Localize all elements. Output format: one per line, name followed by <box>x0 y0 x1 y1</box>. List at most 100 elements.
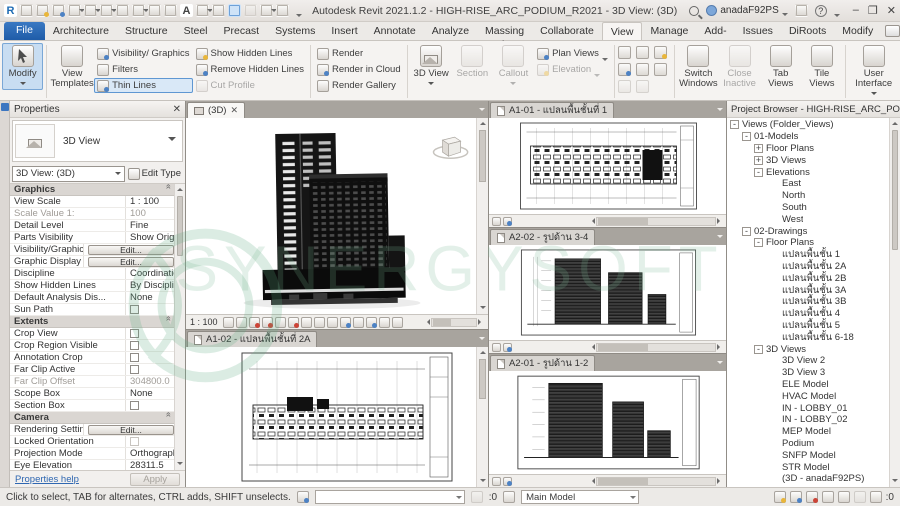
property-value[interactable]: By Discipline <box>126 280 174 291</box>
temporary-isolate-icon[interactable] <box>366 317 377 328</box>
browser-tree-item[interactable]: - 01-Models <box>727 131 889 143</box>
browser-tree-item[interactable]: + Floor Plans <box>727 143 889 155</box>
expand-toggle-icon[interactable]: - <box>730 120 739 129</box>
properties-close-icon[interactable]: ✕ <box>173 104 181 115</box>
restore-button[interactable]: ❐ <box>868 4 878 17</box>
file-tab[interactable]: File <box>4 22 45 40</box>
property-value[interactable] <box>130 437 139 446</box>
ribbon-tab[interactable]: Collaborate <box>532 22 602 40</box>
close-hidden-icon[interactable] <box>244 4 257 17</box>
lighting-icon[interactable] <box>301 317 312 328</box>
view-a101-tab[interactable]: A1-01 - แปลนพื้นชั้นที่ 1 <box>490 102 614 118</box>
expand-toggle-icon[interactable] <box>770 191 779 200</box>
browser-tree-item[interactable]: West <box>727 213 889 225</box>
scale-control[interactable]: 1 : 100 <box>190 317 218 327</box>
property-value[interactable]: Show Original <box>126 232 174 243</box>
measure-icon[interactable] <box>132 4 145 17</box>
design-options-icon[interactable] <box>503 491 515 503</box>
crop-view-icon[interactable] <box>327 317 338 328</box>
property-row[interactable]: Parts Visibility Show Original <box>10 232 174 244</box>
property-value[interactable]: Edit... <box>88 425 174 435</box>
visual-style-icon[interactable] <box>503 477 512 486</box>
exclude-options-icon[interactable] <box>774 491 786 503</box>
view-a201-canvas[interactable] <box>489 371 726 474</box>
expand-toggle-icon[interactable]: + <box>754 156 763 165</box>
worksets-dropdown[interactable] <box>315 490 465 504</box>
property-row[interactable]: Eye Elevation 28311.5 <box>10 460 174 470</box>
scale-icon[interactable] <box>492 477 501 486</box>
property-row[interactable]: View Scale 1 : 100 <box>10 196 174 208</box>
text-icon[interactable]: A <box>180 4 193 17</box>
depth-cueing-icon[interactable] <box>288 317 299 328</box>
view-a202-canvas[interactable] <box>489 245 726 340</box>
property-value[interactable]: Fine <box>126 220 174 231</box>
expand-toggle-icon[interactable] <box>770 356 779 365</box>
property-row[interactable]: Visibility/Graphics O... Edit... <box>10 244 174 256</box>
sketchy-lines-icon[interactable] <box>275 317 286 328</box>
ribbon-tab[interactable]: DiRoots <box>781 22 834 40</box>
file-tabs-icon[interactable] <box>20 4 33 17</box>
type-selector[interactable]: 3D View <box>12 120 183 162</box>
view-a101-canvas[interactable] <box>489 118 726 214</box>
view-3d-tab[interactable]: (3D) ✕ <box>187 102 245 118</box>
expand-toggle-icon[interactable] <box>770 463 779 472</box>
edit-type-button[interactable]: Edit Type <box>128 168 183 180</box>
revit-logo-icon[interactable]: R <box>4 4 17 17</box>
expand-toggle-icon[interactable] <box>770 297 779 306</box>
property-value[interactable] <box>130 341 139 350</box>
redo-icon[interactable] <box>100 4 113 17</box>
expand-toggle-icon[interactable] <box>770 262 779 271</box>
show-hidden-lines-button[interactable]: Show Hidden Lines <box>193 46 307 61</box>
customize-qat-icon[interactable] <box>296 14 302 20</box>
property-value[interactable]: 304800.0 <box>126 376 174 387</box>
browser-tree-item[interactable]: ELE Model <box>727 379 889 391</box>
browser-tree-item[interactable]: แปลนพื้นชั้น 6-18 <box>727 331 889 343</box>
expand-toggle-icon[interactable]: - <box>754 345 763 354</box>
view-3d-canvas[interactable] <box>186 118 488 314</box>
ribbon-tab[interactable]: Structure <box>117 22 176 40</box>
view-a102-tab[interactable]: A1-02 - แปลนพื้นชั้นที่ 2A <box>187 331 317 347</box>
section-button[interactable]: Section <box>452 43 493 81</box>
browser-tree-item[interactable]: 3D View 3 <box>727 367 889 379</box>
sun-path-icon[interactable] <box>249 317 260 328</box>
view-a102-canvas[interactable] <box>186 347 488 487</box>
expand-toggle-icon[interactable] <box>770 368 779 377</box>
browser-scrollbar[interactable] <box>889 118 900 487</box>
elevation-button[interactable]: Elevation <box>534 62 611 77</box>
scale-icon[interactable] <box>492 217 501 226</box>
property-row[interactable]: Sun Path <box>10 304 174 316</box>
close-inactive-button[interactable]: Close Inactive <box>719 43 760 91</box>
apply-button[interactable]: Apply <box>130 473 180 486</box>
property-row[interactable]: Projection Mode Orthographic <box>10 448 174 460</box>
aligned-dimension-icon[interactable] <box>148 4 161 17</box>
browser-tree-item[interactable]: East <box>727 178 889 190</box>
property-row[interactable]: Far Clip Offset 304800.0 <box>10 376 174 388</box>
view-3d-vscrollbar[interactable] <box>476 118 488 314</box>
photographic-exposure-icon[interactable] <box>314 317 325 328</box>
browser-tree-item[interactable]: - 02-Drawings <box>727 225 889 237</box>
tab-list-icon[interactable] <box>717 361 723 367</box>
property-value[interactable] <box>130 365 139 374</box>
render-gallery-button[interactable]: Render Gallery <box>314 78 404 93</box>
callout-button[interactable]: Callout <box>493 43 534 90</box>
ribbon-tab[interactable]: Add-Ins <box>696 22 734 40</box>
minimize-button[interactable]: – <box>853 4 859 17</box>
exclude-links-icon[interactable] <box>806 491 818 503</box>
selection-filter-icon[interactable] <box>870 491 882 503</box>
ribbon-tab[interactable]: Issues <box>735 22 781 40</box>
unlocked-view-icon[interactable] <box>353 317 364 328</box>
properties-palette-icon[interactable] <box>1 103 9 111</box>
expand-toggle-icon[interactable] <box>770 321 779 330</box>
ribbon-tab[interactable]: Massing & Site <box>477 22 532 40</box>
expand-toggle-icon[interactable]: - <box>754 238 763 247</box>
view-a101-hscrollbar[interactable] <box>589 217 723 226</box>
default-3d-view-icon[interactable] <box>196 4 209 17</box>
cut-profile-button[interactable]: Cut Profile <box>193 78 307 93</box>
properties-scrollbar[interactable] <box>174 184 185 470</box>
expand-toggle-icon[interactable] <box>770 179 779 188</box>
expand-toggle-icon[interactable]: + <box>754 144 763 153</box>
close-button[interactable]: ✕ <box>887 4 896 17</box>
save-icon[interactable] <box>52 4 65 17</box>
property-row[interactable]: Camera <box>10 412 174 424</box>
visual-style-icon[interactable] <box>236 317 247 328</box>
